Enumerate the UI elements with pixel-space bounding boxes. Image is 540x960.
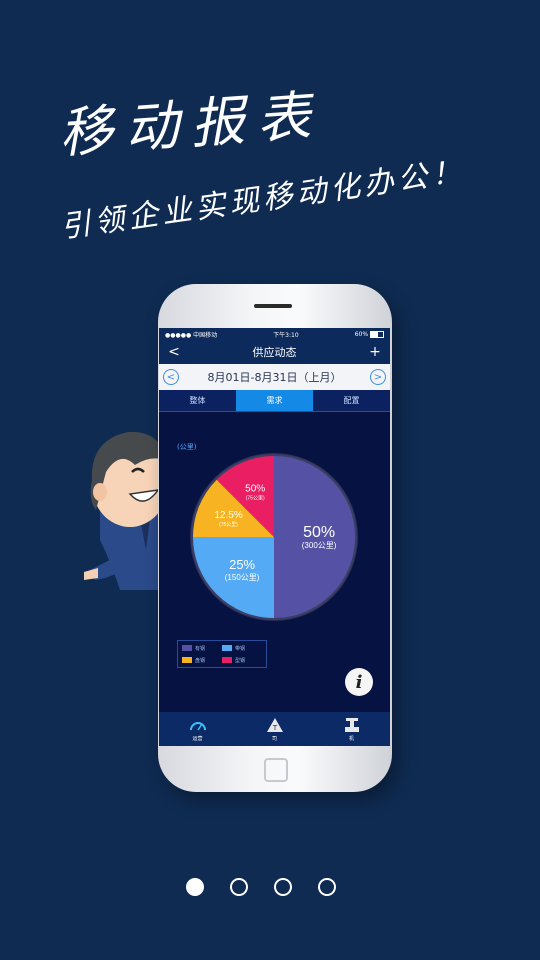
legend-item: 有钢 bbox=[182, 643, 222, 653]
bottom-nav-label: 司 bbox=[271, 735, 277, 742]
slice-value-label: (150公里) bbox=[225, 573, 260, 582]
legend-label: 带钢 bbox=[235, 645, 246, 652]
add-button[interactable]: + bbox=[368, 344, 382, 360]
slice-value-label: (75公里) bbox=[246, 496, 265, 502]
phone-mockup: ●●●●● 中国移动 下午3:10 60% < 供应动态 + < 8月01日-8… bbox=[158, 284, 392, 792]
battery-percent: 60% bbox=[354, 330, 369, 338]
date-range-label: 8月01日-8月31日（上月） bbox=[207, 371, 342, 384]
bottom-nav-label: 运营 bbox=[192, 735, 203, 742]
slice-percent-label: 50% bbox=[303, 524, 335, 541]
bottom-nav-machine[interactable]: 机 bbox=[313, 712, 390, 746]
phone-screen: ●●●●● 中国移动 下午3:10 60% < 供应动态 + < 8月01日-8… bbox=[159, 328, 390, 746]
home-button[interactable] bbox=[264, 758, 288, 782]
status-bar: ●●●●● 中国移动 下午3:10 60% bbox=[159, 328, 390, 340]
legend-swatch bbox=[182, 645, 192, 651]
truck-cone-icon: T bbox=[266, 717, 283, 732]
slice-percent-label: 25% bbox=[229, 557, 255, 572]
page-title: 供应动态 bbox=[252, 346, 297, 359]
tab-bar: 整体 需求 配置 bbox=[159, 390, 390, 412]
speedometer-icon bbox=[189, 721, 206, 730]
legend-item: 型钢 bbox=[222, 655, 262, 665]
battery-indicator: 60% bbox=[354, 330, 384, 338]
legend-item: 带钢 bbox=[222, 643, 262, 653]
slice-percent-label: 12.5% bbox=[214, 510, 242, 521]
slice-value-label: (300公里) bbox=[302, 541, 337, 550]
unit-label: (公里) bbox=[177, 443, 197, 451]
bottom-nav: 运营 T 司 机 bbox=[159, 712, 390, 746]
legend-item: 盘钢 bbox=[182, 655, 222, 665]
svg-text:T: T bbox=[271, 724, 277, 732]
slice-percent-label: 50% bbox=[245, 484, 265, 495]
page-indicator bbox=[186, 878, 356, 900]
page-dot[interactable] bbox=[186, 878, 204, 896]
tab-config[interactable]: 配置 bbox=[313, 390, 390, 412]
back-button[interactable]: < bbox=[167, 344, 181, 360]
carrier-label: ●●●●● 中国移动 bbox=[165, 331, 218, 339]
prev-period-button[interactable]: < bbox=[163, 369, 179, 385]
chart-legend: 有钢 带钢盘钢 型钢 bbox=[177, 640, 267, 668]
chart-area: (公里) 50% (300公里) 25% (150公里) 12.5% (75公里) 50%(… bbox=[159, 412, 390, 712]
legend-label: 型钢 bbox=[235, 657, 246, 664]
bottom-nav-driver[interactable]: T 司 bbox=[236, 712, 313, 746]
next-period-button[interactable]: > bbox=[370, 369, 386, 385]
battery-icon bbox=[370, 330, 384, 338]
legend-label: 有钢 bbox=[195, 645, 206, 652]
bottom-nav-operations[interactable]: 运营 bbox=[159, 712, 236, 746]
slice-value-label: (75公里) bbox=[219, 522, 238, 528]
status-time: 下午3:10 bbox=[273, 331, 299, 339]
date-range-bar: < 8月01日-8月31日（上月） > bbox=[159, 364, 390, 390]
nav-bar: < 供应动态 + bbox=[159, 340, 390, 364]
legend-swatch bbox=[222, 645, 232, 651]
tab-demand[interactable]: 需求 bbox=[236, 390, 313, 412]
headline: 移动报表 bbox=[56, 83, 325, 166]
legend-swatch bbox=[222, 657, 232, 663]
page-dot[interactable] bbox=[318, 878, 336, 896]
pie-chart: 50%(300公里)25%(150公里)12.5%(75公里)50%(75公里) bbox=[190, 453, 358, 621]
legend-label: 盘钢 bbox=[195, 657, 206, 664]
page-dot[interactable] bbox=[230, 878, 248, 896]
info-button[interactable]: i bbox=[345, 668, 373, 696]
bottom-nav-label: 机 bbox=[348, 735, 354, 742]
page-dot[interactable] bbox=[274, 878, 292, 896]
phone-speaker bbox=[254, 304, 292, 308]
machine-icon bbox=[344, 717, 359, 732]
tab-overall[interactable]: 整体 bbox=[159, 390, 236, 412]
legend-swatch bbox=[182, 657, 192, 663]
businessman-illustration bbox=[84, 431, 162, 590]
